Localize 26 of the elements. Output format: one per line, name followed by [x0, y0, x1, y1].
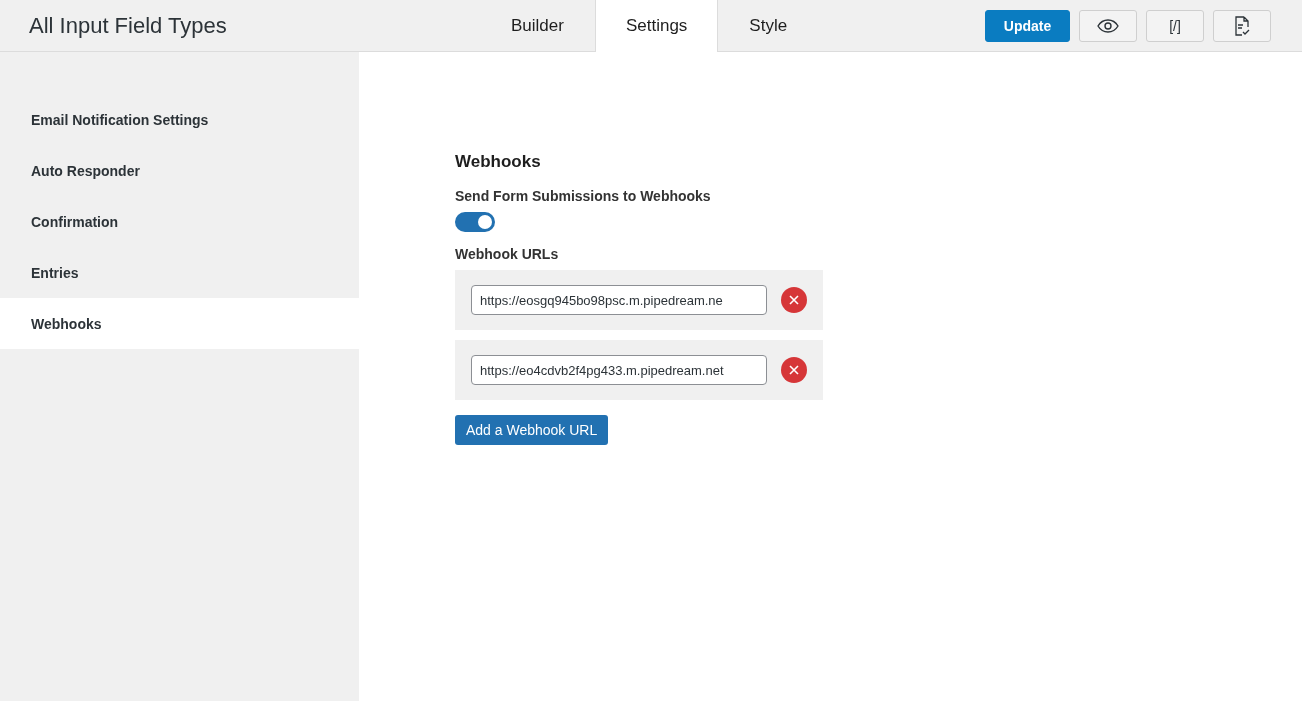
update-button[interactable]: Update	[985, 9, 1070, 42]
close-icon	[789, 295, 799, 305]
sidebar-item[interactable]: Webhooks	[0, 298, 359, 349]
url-field[interactable]: https://eo4cdvb2f4pg433.m.pipedream.net	[471, 355, 767, 385]
header-tab[interactable]: Builder	[480, 0, 595, 52]
field-label: Webhook URLs	[455, 246, 559, 262]
entries-button[interactable]	[1213, 9, 1271, 42]
document-check-icon	[1234, 15, 1250, 36]
sidebar-item[interactable]: Entries	[0, 247, 359, 298]
sidebar-item[interactable]: Confirmation	[0, 196, 359, 247]
sidebar-item[interactable]: Email Notification Settings	[0, 94, 359, 145]
section-heading: Webhooks	[455, 152, 541, 172]
eye-icon	[1097, 18, 1119, 33]
url-field[interactable]: https://eosgq945bo98psc.m.pipedream.ne	[471, 285, 767, 315]
sidebar-item[interactable]: Auto Responder	[0, 145, 359, 196]
shortcode-button[interactable]: [/]	[1146, 9, 1204, 42]
preview-button[interactable]	[1079, 9, 1137, 42]
remove-button[interactable]	[781, 357, 807, 383]
form-title: All Input Field Types	[29, 12, 228, 39]
toggle-switch[interactable]	[455, 212, 495, 232]
close-icon	[789, 365, 799, 375]
add-webhook-button[interactable]: Add a Webhook URL	[455, 415, 609, 445]
header-tab[interactable]: Style	[718, 0, 819, 52]
toggle-label: Send Form Submissions to Webhooks	[455, 188, 711, 204]
header-tab[interactable]: Settings	[594, 0, 719, 52]
remove-button[interactable]	[781, 287, 807, 313]
